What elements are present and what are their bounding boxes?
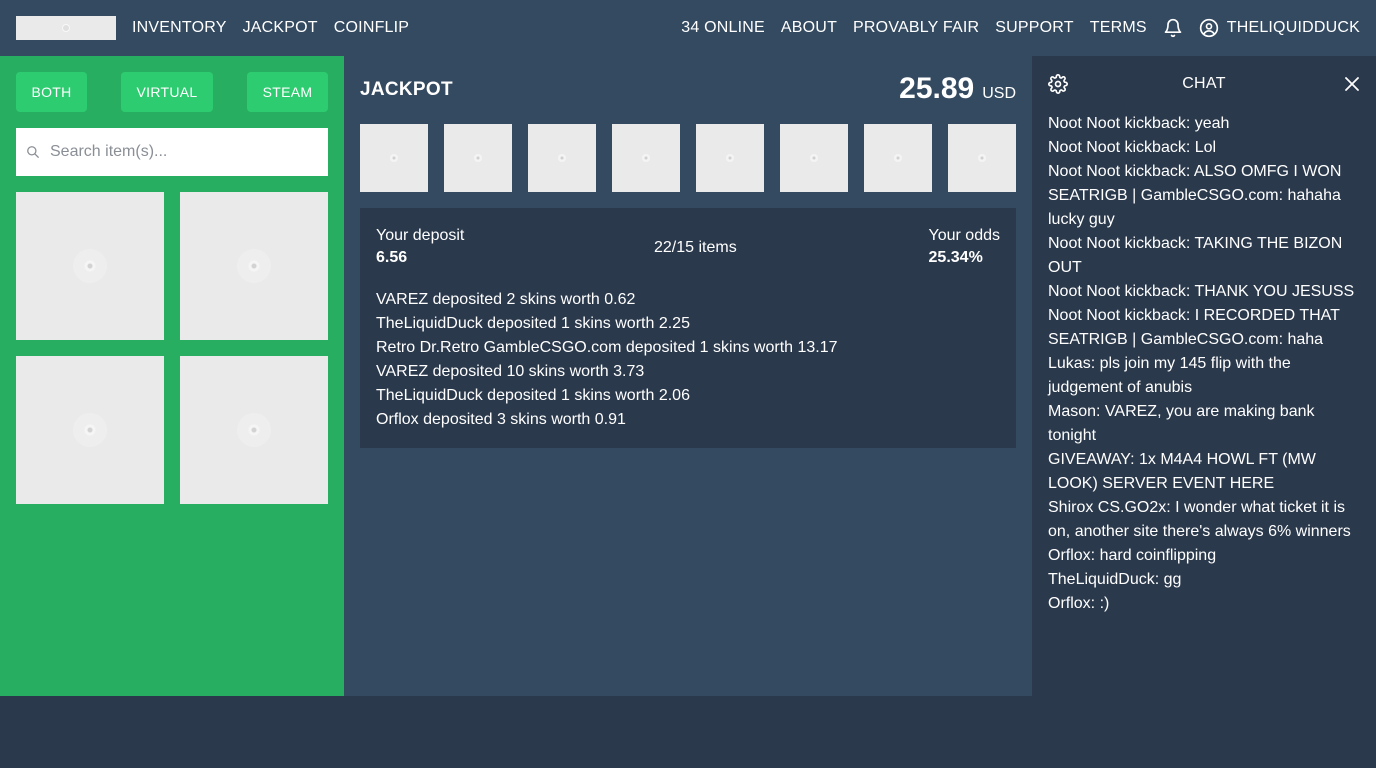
inventory-item-tile[interactable] bbox=[16, 356, 164, 504]
jackpot-title: JACKPOT bbox=[360, 79, 453, 100]
chat-panel: CHAT Noot Noot kickback: yeah Noot Noot … bbox=[1032, 56, 1376, 696]
chat-message: Orflox: :) bbox=[1048, 595, 1110, 612]
secondary-nav: 34 ONLINE ABOUT PROVABLY FAIR SUPPORT TE… bbox=[681, 0, 1360, 56]
pot-items-count: 22/15 items bbox=[654, 239, 737, 256]
your-deposit-label: Your deposit bbox=[376, 227, 465, 244]
logo-image-icon bbox=[62, 24, 70, 32]
jackpot-currency: USD bbox=[982, 85, 1016, 102]
chat-message: TheLiquidDuck: gg bbox=[1048, 571, 1182, 588]
deposit-log-entry: TheLiquidDuck deposited 1 skins worth 2.… bbox=[376, 387, 690, 404]
jackpot-amount: 25.89 bbox=[899, 72, 975, 105]
your-odds-label: Your odds bbox=[928, 227, 1000, 244]
inventory-panel: BOTH VIRTUAL STEAM bbox=[0, 56, 344, 696]
deposit-log-entry: VAREZ deposited 2 skins worth 0.62 bbox=[376, 291, 636, 308]
notifications-bell-icon[interactable] bbox=[1163, 18, 1183, 38]
filter-both-button[interactable]: BOTH bbox=[16, 72, 87, 112]
jackpot-item-slot[interactable] bbox=[780, 124, 848, 192]
chat-message: Noot Noot kickback: I RECORDED THAT bbox=[1048, 307, 1340, 324]
item-placeholder-icon bbox=[558, 154, 566, 162]
loading-spinner-icon bbox=[73, 413, 107, 447]
your-odds-value: 25.34% bbox=[928, 249, 983, 266]
jackpot-item-slot[interactable] bbox=[948, 124, 1016, 192]
item-placeholder-icon bbox=[474, 154, 482, 162]
chat-message: Noot Noot kickback: ALSO OMFG I WON bbox=[1048, 163, 1342, 180]
inventory-item-tile[interactable] bbox=[16, 192, 164, 340]
primary-nav: INVENTORY JACKPOT COINFLIP bbox=[132, 0, 409, 56]
chat-message: Shirox CS.GO2x: I wonder what ticket it … bbox=[1048, 499, 1351, 540]
nav-inventory-link[interactable]: INVENTORY bbox=[132, 19, 227, 37]
item-placeholder-icon bbox=[894, 154, 902, 162]
loading-spinner-icon bbox=[237, 249, 271, 283]
nav-about-link[interactable]: ABOUT bbox=[781, 19, 837, 37]
close-icon[interactable] bbox=[1344, 76, 1360, 92]
chat-messages: Noot Noot kickback: yeah Noot Noot kickb… bbox=[1048, 112, 1360, 616]
item-placeholder-icon bbox=[810, 154, 818, 162]
search-icon bbox=[27, 146, 39, 158]
nav-provably-fair-link[interactable]: PROVABLY FAIR bbox=[853, 19, 979, 37]
chat-message: SEATRIGB | GambleCSGO.com: hahaha lucky … bbox=[1048, 187, 1341, 228]
inventory-item-tile[interactable] bbox=[180, 192, 328, 340]
nav-jackpot-link[interactable]: JACKPOT bbox=[243, 19, 318, 37]
jackpot-total: 25.89 USD bbox=[899, 72, 1016, 106]
deposit-log-entry: Orflox deposited 3 skins worth 0.91 bbox=[376, 411, 626, 428]
chat-message: Noot Noot kickback: THANK YOU JESUSS bbox=[1048, 283, 1355, 300]
site-logo[interactable] bbox=[16, 16, 116, 40]
deposit-log-entry: Retro Dr.Retro GambleCSGO.com deposited … bbox=[376, 339, 838, 356]
chat-message: Noot Noot kickback: Lol bbox=[1048, 139, 1217, 156]
jackpot-item-slot[interactable] bbox=[696, 124, 764, 192]
top-navigation-bar: INVENTORY JACKPOT COINFLIP 34 ONLINE ABO… bbox=[0, 0, 1376, 56]
filter-virtual-button[interactable]: VIRTUAL bbox=[121, 72, 213, 112]
chat-title: CHAT bbox=[1182, 75, 1226, 92]
username-label: THELIQUIDDUCK bbox=[1226, 19, 1360, 36]
item-search-box bbox=[16, 128, 328, 176]
nav-coinflip-link[interactable]: COINFLIP bbox=[334, 19, 409, 37]
chat-message: Mason: VAREZ, you are making bank tonigh… bbox=[1048, 403, 1315, 444]
item-placeholder-icon bbox=[978, 154, 986, 162]
chat-message: Noot Noot kickback: yeah bbox=[1048, 115, 1230, 132]
user-menu[interactable]: THELIQUIDDUCK bbox=[1199, 18, 1360, 38]
your-deposit-value: 6.56 bbox=[376, 249, 408, 266]
chat-message: Lukas: pls join my 145 flip with the jud… bbox=[1048, 355, 1291, 396]
deposit-log: VAREZ deposited 2 skins worth 0.62 TheLi… bbox=[376, 288, 838, 432]
chat-message: GIVEAWAY: 1x M4A4 HOWL FT (MW LOOK) SERV… bbox=[1048, 451, 1316, 492]
chat-message: Noot Noot kickback: TAKING THE BIZON OUT bbox=[1048, 235, 1343, 276]
loading-spinner-icon bbox=[73, 249, 107, 283]
jackpot-panel: JACKPOT 25.89 USD Your deposit 6.56 22/1… bbox=[344, 56, 1032, 696]
your-deposit-block: Your deposit 6.56 bbox=[376, 227, 464, 267]
loading-spinner-icon bbox=[237, 413, 271, 447]
jackpot-item-slot[interactable] bbox=[444, 124, 512, 192]
item-placeholder-icon bbox=[642, 154, 650, 162]
item-placeholder-icon bbox=[390, 154, 398, 162]
nav-support-link[interactable]: SUPPORT bbox=[995, 19, 1073, 37]
filter-steam-button[interactable]: STEAM bbox=[247, 72, 328, 112]
deposit-log-entry: VAREZ deposited 10 skins worth 3.73 bbox=[376, 363, 645, 380]
item-search-input[interactable] bbox=[50, 128, 320, 176]
nav-terms-link[interactable]: TERMS bbox=[1090, 19, 1147, 37]
jackpot-item-slot[interactable] bbox=[360, 124, 428, 192]
jackpot-info-card: Your deposit 6.56 22/15 items Your odds … bbox=[360, 208, 1016, 448]
jackpot-item-slot[interactable] bbox=[528, 124, 596, 192]
user-avatar-icon bbox=[1199, 18, 1219, 38]
online-count: 34 ONLINE bbox=[681, 19, 765, 36]
jackpot-item-slot[interactable] bbox=[864, 124, 932, 192]
jackpot-item-slot[interactable] bbox=[612, 124, 680, 192]
inventory-item-tile[interactable] bbox=[180, 356, 328, 504]
deposit-log-entry: TheLiquidDuck deposited 1 skins worth 2.… bbox=[376, 315, 690, 332]
item-placeholder-icon bbox=[726, 154, 734, 162]
chat-header: CHAT bbox=[1032, 56, 1376, 112]
your-odds-block: Your odds 25.34% bbox=[929, 227, 1000, 267]
chat-message: SEATRIGB | GambleCSGO.com: haha bbox=[1048, 331, 1324, 348]
chat-message: Orflox: hard coinflipping bbox=[1048, 547, 1217, 564]
